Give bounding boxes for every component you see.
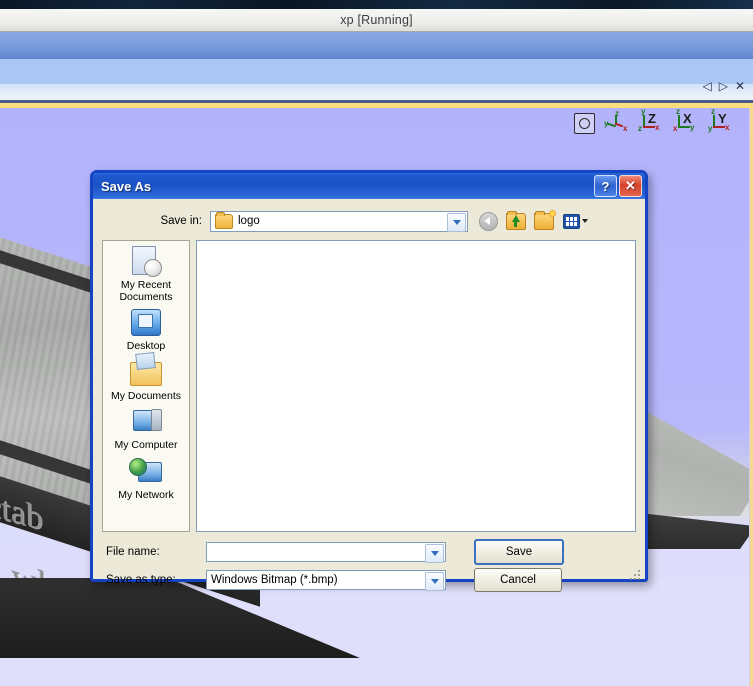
save-as-type-row: Save as type: Windows Bitmap (*.bmp) Can… — [102, 567, 636, 592]
screen-top-strip — [0, 0, 753, 9]
place-my-documents[interactable]: My Documents — [103, 357, 189, 403]
dialog-navigation-toolbar — [477, 209, 589, 232]
place-desktop[interactable]: Desktop — [103, 307, 189, 353]
save-in-label: Save in: — [160, 215, 202, 227]
my-documents-icon — [129, 357, 163, 389]
views-button[interactable] — [561, 211, 589, 232]
save-as-type-combobox[interactable]: Windows Bitmap (*.bmp) — [206, 569, 446, 591]
place-label-line1: My Recent — [120, 279, 172, 291]
save-as-type-label: Save as type: — [106, 573, 176, 586]
dialog-titlebar[interactable]: Save As ? ✕ — [93, 173, 645, 199]
x-view-button[interactable]: z x y X — [673, 107, 700, 134]
back-button[interactable] — [477, 211, 499, 232]
dialog-main-row: My Recent Documents Desktop My Documents… — [102, 240, 636, 532]
scene-slab-right-edge — [640, 513, 750, 549]
places-bar: My Recent Documents Desktop My Documents… — [102, 240, 190, 532]
fit-extents-button[interactable] — [574, 112, 595, 134]
next-arrow-icon[interactable]: ▷ — [719, 80, 728, 92]
desktop-icon — [129, 307, 163, 339]
iso-axis-gizmo-icon: z y x — [604, 109, 628, 133]
place-label-line2: Documents — [119, 290, 173, 303]
save-as-dialog: Save As ? ✕ Save in: logo My Recent Docu… — [90, 170, 648, 592]
y-view-button[interactable]: z y x Y — [708, 107, 735, 134]
save-in-combobox[interactable]: logo — [210, 210, 468, 232]
file-name-label: File name: — [106, 545, 160, 558]
close-icon[interactable]: ✕ — [735, 80, 745, 92]
new-folder-button[interactable] — [533, 209, 556, 232]
place-my-network[interactable]: My Network — [103, 456, 189, 502]
file-name-input[interactable] — [206, 541, 446, 563]
help-button[interactable]: ? — [594, 175, 617, 197]
back-arrow-icon — [478, 211, 498, 231]
vm-window-titlebar: xp [Running] — [0, 9, 753, 32]
app-header-band-blue — [0, 32, 753, 59]
up-one-level-icon — [506, 210, 526, 230]
window-nav-controls: ◁ ▷ ✕ — [702, 80, 745, 92]
file-name-row: File name: Save — [102, 538, 636, 565]
save-as-type-dropdown-arrow[interactable] — [425, 571, 444, 591]
file-list-pane[interactable] — [196, 240, 636, 532]
new-folder-icon — [534, 209, 556, 230]
place-my-recent-documents[interactable]: My Recent Documents — [103, 246, 189, 303]
views-icon — [562, 213, 580, 229]
save-in-value: logo — [238, 215, 260, 227]
viewport-right-edge — [749, 108, 753, 686]
place-my-computer[interactable]: My Computer — [103, 406, 189, 452]
iso-view-button[interactable]: z y x — [604, 109, 630, 134]
up-one-level-button[interactable] — [505, 210, 527, 232]
y-axis-gizmo-icon: z y x Y — [708, 107, 730, 133]
place-label: My Documents — [110, 389, 182, 402]
resize-grip[interactable] — [630, 568, 642, 580]
my-network-icon — [129, 456, 163, 488]
folder-icon — [215, 211, 233, 229]
x-axis-gizmo-icon: z x y X — [673, 107, 695, 133]
save-in-dropdown-arrow[interactable] — [447, 212, 466, 232]
save-as-type-value: Windows Bitmap (*.bmp) — [211, 573, 338, 586]
my-computer-icon — [129, 406, 163, 438]
cancel-button[interactable]: Cancel — [474, 567, 562, 592]
dialog-body: Save in: logo My Recent Documents Deskto… — [93, 199, 645, 592]
place-label: My Computer — [114, 439, 178, 451]
dialog-form-area: File name: Save Save as type: Windows Bi… — [102, 538, 636, 592]
views-dropdown-arrow[interactable] — [581, 219, 588, 223]
place-label: My Network — [118, 488, 174, 501]
close-button[interactable]: ✕ — [619, 175, 642, 197]
viewport-axis-toolbar: z y x y z x Z z x y X z y x Y — [574, 107, 735, 136]
recent-documents-icon — [129, 246, 163, 278]
prev-arrow-icon[interactable]: ◁ — [702, 80, 711, 92]
place-label: Desktop — [126, 340, 166, 352]
dialog-titlebar-buttons: ? ✕ — [594, 175, 642, 197]
z-axis-gizmo-icon: y z x Z — [638, 107, 660, 133]
save-button[interactable]: Save — [474, 538, 564, 565]
file-name-dropdown-arrow[interactable] — [425, 543, 444, 563]
vm-window-title: xp [Running] — [340, 13, 413, 27]
z-view-button[interactable]: y z x Z — [638, 107, 665, 134]
app-header-band-mid — [0, 59, 753, 84]
dialog-title: Save As — [101, 178, 152, 194]
fit-extents-icon — [574, 112, 595, 134]
save-in-row: Save in: logo — [102, 209, 636, 232]
